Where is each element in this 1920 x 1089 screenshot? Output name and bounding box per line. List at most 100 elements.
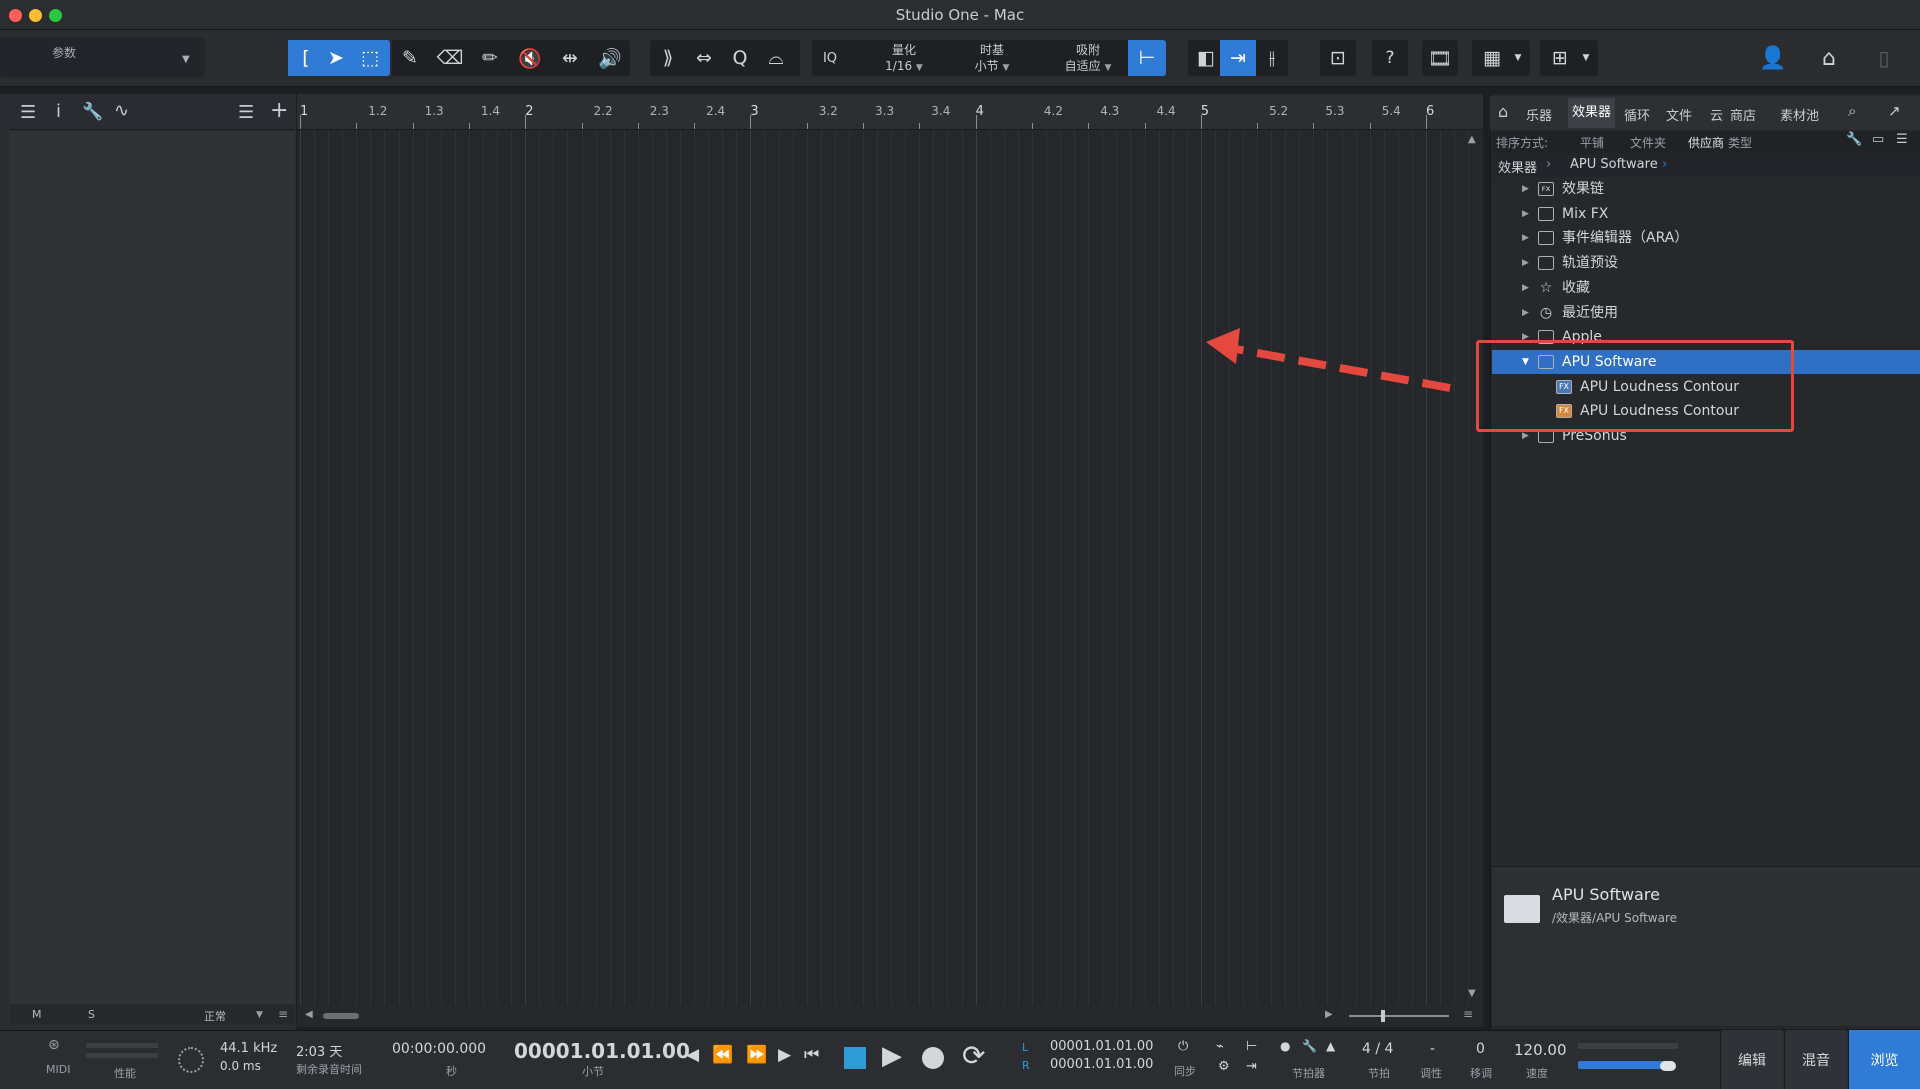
- chevron-right-icon[interactable]: ▶: [1522, 301, 1529, 325]
- snap-dropdown[interactable]: 吸附 自适应 ▼: [1038, 42, 1138, 76]
- browser-tab[interactable]: 商店: [1730, 105, 1756, 124]
- menu-icon[interactable]: ≡: [278, 1007, 288, 1021]
- tree-folder-item[interactable]: ▶ 事件编辑器（ARA）: [1492, 226, 1920, 250]
- tree-plugin-item[interactable]: FX APU Loudness Contour: [1492, 399, 1920, 423]
- transpose-value[interactable]: 0: [1476, 1041, 1485, 1057]
- browser-tab[interactable]: 文件: [1666, 105, 1692, 124]
- split-playhead-icon[interactable]: ⫲: [1254, 40, 1290, 76]
- nudge-icon[interactable]: ⟫: [650, 40, 686, 76]
- key-value[interactable]: -: [1430, 1041, 1435, 1057]
- chevron-right-icon[interactable]: ▶: [1522, 226, 1529, 250]
- chevron-right-icon[interactable]: ▶: [1522, 251, 1529, 275]
- range-tool-icon[interactable]: ⬚: [352, 40, 388, 76]
- timecode-follow-icon[interactable]: ⊡: [1320, 40, 1356, 76]
- metronome-wrench-icon[interactable]: 🔧: [1302, 1039, 1317, 1053]
- parameter-dropdown[interactable]: 参数 ▼: [0, 38, 205, 78]
- browser-tab[interactable]: 效果器: [1568, 98, 1616, 128]
- scroll-right-icon[interactable]: ▶: [1325, 1009, 1333, 1020]
- autoscroll-icon[interactable]: ⇥: [1220, 40, 1256, 76]
- chevron-down-icon[interactable]: ▼: [1568, 40, 1604, 76]
- browser-tab[interactable]: 循环: [1624, 105, 1650, 124]
- mute-all-button[interactable]: M: [32, 1008, 42, 1021]
- tree-plugin-item[interactable]: FX APU Loudness Contour: [1492, 375, 1920, 399]
- breadcrumb-root[interactable]: 效果器: [1498, 157, 1537, 176]
- time-bars-unit[interactable]: 小节: [582, 1063, 604, 1079]
- chevron-right-icon[interactable]: ▶: [1522, 177, 1529, 201]
- sort-option[interactable]: 文件夹: [1630, 134, 1666, 151]
- wrench-icon[interactable]: 🔧: [1846, 132, 1862, 147]
- tree-folder-item[interactable]: ▶ ◷ 最近使用: [1492, 301, 1920, 325]
- loop-end[interactable]: 00001.01.01.00: [1050, 1057, 1153, 1072]
- follow-back-icon[interactable]: ◧: [1188, 40, 1224, 76]
- tree-folder-item[interactable]: ▼ APU Software: [1492, 349, 1920, 374]
- split-tool-icon[interactable]: ✎: [392, 40, 428, 76]
- help-button[interactable]: ?: [1372, 40, 1408, 76]
- stop-button[interactable]: [844, 1047, 866, 1069]
- chevron-right-icon[interactable]: ▶: [1522, 325, 1529, 349]
- record-panel-icon[interactable]: [178, 1047, 204, 1073]
- user-icon[interactable]: 👤: [1755, 40, 1791, 76]
- timeline-ruler[interactable]: 1 1.2 1.3 1.4 2 2.2 2.3 2.4 3 3.2 3.3 3.4 4 4.2 4.3 4.4…: [297, 94, 1483, 130]
- time-seconds-unit[interactable]: 秒: [446, 1063, 457, 1079]
- browser-tab[interactable]: 乐器: [1526, 105, 1552, 124]
- sort-option[interactable]: 供应商: [1688, 134, 1724, 151]
- tree-folder-item[interactable]: ▶ PreSonus: [1492, 424, 1920, 448]
- window-icon[interactable]: ▭: [1872, 132, 1884, 147]
- tree-folder-item[interactable]: ▶ 轨道预设: [1492, 251, 1920, 275]
- home-icon[interactable]: ⌂: [1498, 102, 1508, 121]
- tree-folder-item[interactable]: ▶ ☆ 收藏: [1492, 276, 1920, 300]
- chevron-down-icon[interactable]: ▼: [1500, 40, 1536, 76]
- zoom-slider[interactable]: [1349, 1015, 1449, 1017]
- record-button[interactable]: [922, 1047, 944, 1069]
- horizontal-scrollbar[interactable]: [323, 1013, 359, 1019]
- tree-folder-item[interactable]: ▶ Apple: [1492, 325, 1920, 349]
- volume-handle[interactable]: [1660, 1061, 1676, 1071]
- browser-tab[interactable]: 素材池: [1780, 105, 1819, 124]
- search-icon[interactable]: ⌕: [1848, 102, 1856, 120]
- add-track-icon[interactable]: +: [270, 98, 288, 123]
- info-icon[interactable]: i: [56, 101, 61, 122]
- listen-tool-icon[interactable]: 🔊: [592, 40, 628, 76]
- document-icon[interactable]: ▯: [1866, 40, 1902, 76]
- chevron-right-icon[interactable]: ▶: [1522, 202, 1529, 226]
- punch-icon[interactable]: ⊢: [1246, 1039, 1257, 1054]
- list-icon[interactable]: ☰: [20, 102, 36, 123]
- solo-all-button[interactable]: S: [88, 1008, 95, 1021]
- metronome-icon[interactable]: ▲: [1326, 1039, 1335, 1053]
- mute-tool-icon[interactable]: 🔇: [512, 40, 548, 76]
- quantize-dropdown[interactable]: 量化 1/16 ▼: [864, 42, 944, 76]
- scroll-up-icon[interactable]: ▲: [1468, 134, 1476, 145]
- list-view-icon[interactable]: ☰: [1896, 132, 1908, 147]
- home-icon[interactable]: ⌂: [1811, 40, 1847, 76]
- menu-icon[interactable]: ≡: [1463, 1007, 1473, 1021]
- precount-icon[interactable]: ⌁: [1216, 1039, 1224, 1054]
- zoom-slider-handle[interactable]: [1381, 1010, 1385, 1022]
- wrench-icon[interactable]: 🔧: [82, 102, 103, 122]
- autopunch-icon[interactable]: ⇥: [1246, 1059, 1257, 1074]
- loop-icon[interactable]: ⟳: [962, 1039, 985, 1072]
- iq-button[interactable]: IQ: [814, 40, 846, 76]
- scroll-down-icon[interactable]: ▼: [1468, 988, 1476, 999]
- sync-icon[interactable]: ⏻: [1178, 1039, 1188, 1054]
- bend-tool-icon[interactable]: ⇹: [552, 40, 588, 76]
- groove-icon[interactable]: ⌓: [758, 40, 794, 76]
- view-mode-dropdown[interactable]: 正常: [204, 1008, 226, 1024]
- edit-mode-button[interactable]: 编辑: [1720, 1030, 1783, 1089]
- film-icon[interactable]: 🎞: [1422, 40, 1458, 76]
- timebase-dropdown[interactable]: 时基 小节 ▼: [952, 42, 1032, 76]
- track-list-icon[interactable]: ☰: [238, 102, 254, 123]
- browser-tab[interactable]: 云: [1710, 105, 1723, 124]
- settings-gear-icon[interactable]: ⚙: [1218, 1059, 1230, 1074]
- chevron-right-icon[interactable]: ▶: [1522, 276, 1529, 300]
- volume-slider[interactable]: [1578, 1061, 1670, 1069]
- mix-mode-button[interactable]: 混音: [1784, 1030, 1847, 1089]
- expand-icon[interactable]: ↗: [1888, 102, 1901, 120]
- arrow-tool-icon[interactable]: ➤: [318, 40, 354, 76]
- tree-folder-item[interactable]: ▶ ꜰx 效果链: [1492, 177, 1920, 201]
- play-button[interactable]: ▶: [882, 1041, 902, 1071]
- snap-toggle-icon[interactable]: ⊢: [1128, 40, 1166, 76]
- eraser-tool-icon[interactable]: ⌫: [432, 40, 468, 76]
- metronome-dot-icon[interactable]: ●: [1280, 1039, 1290, 1053]
- forward-icon[interactable]: ▶: [778, 1045, 791, 1065]
- sort-option[interactable]: 平铺: [1580, 134, 1604, 151]
